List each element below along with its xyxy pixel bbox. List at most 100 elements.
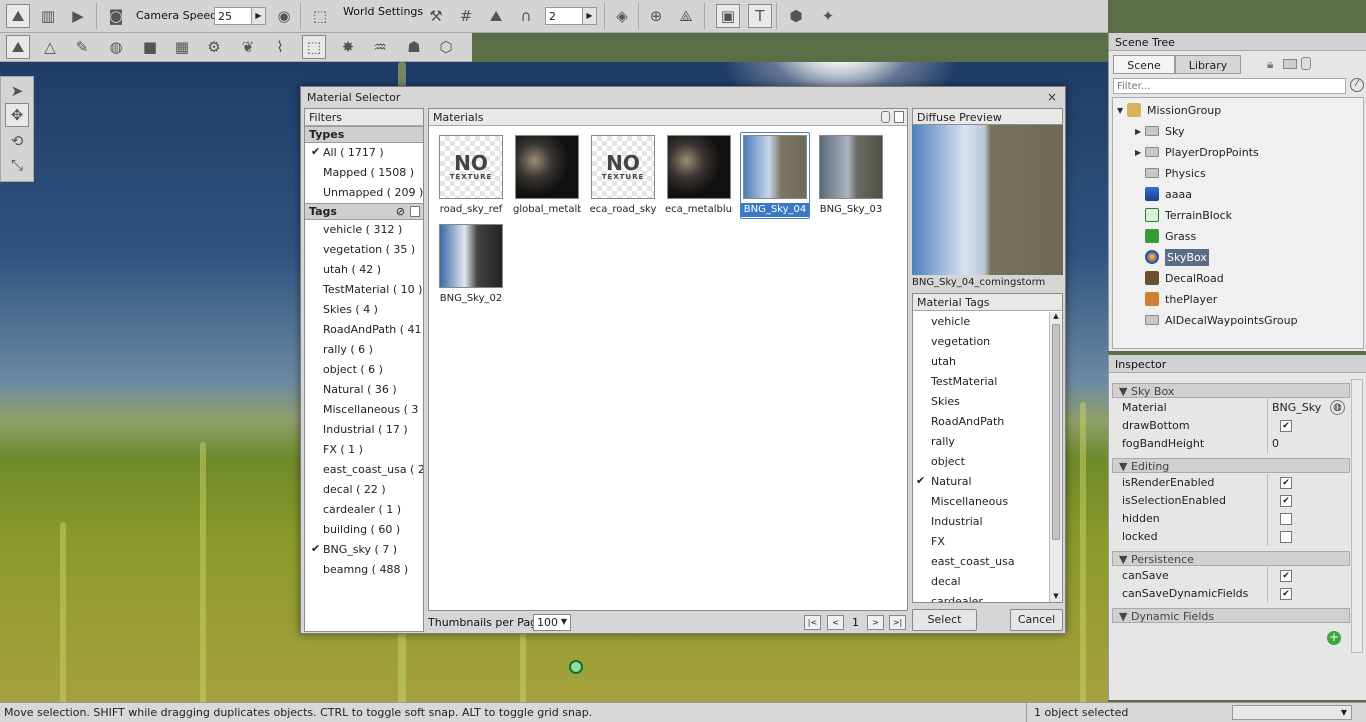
tree-item-skybox[interactable]: SkyBox <box>1145 247 1209 267</box>
type-unmapped[interactable]: Unmapped ( 209 ) <box>305 183 423 203</box>
mtag-vehicle[interactable]: vehicle <box>913 312 1049 332</box>
material-thumb[interactable]: NO TEXTURE road_sky_ref <box>437 133 505 217</box>
tree-item-aidecalwaypointsgroup[interactable]: AIDecalWaypointsGroup <box>1145 310 1298 330</box>
mtag-fx[interactable]: FX <box>913 532 1049 552</box>
move-tool-icon[interactable]: ✥ <box>5 103 29 127</box>
tab-scene[interactable]: Scene <box>1113 55 1175 74</box>
section-persistence[interactable]: ▼ Persistence <box>1112 551 1350 566</box>
tag-beamng[interactable]: beamng ( 488 ) <box>305 560 423 580</box>
thumbnails-per-page-select[interactable]: 100 ▼ <box>533 614 571 631</box>
local-transform-icon[interactable]: ⟁ <box>674 4 698 28</box>
fogbandheight-value[interactable]: 0 <box>1272 437 1279 450</box>
tag-building[interactable]: building ( 60 ) <box>305 520 423 540</box>
world-transform-icon[interactable]: ⊕ <box>644 4 668 28</box>
new-material-icon[interactable] <box>894 111 904 123</box>
tree-item-aaaa[interactable]: aaaa <box>1145 184 1192 204</box>
tag-natural[interactable]: Natural ( 36 ) <box>305 380 423 400</box>
scroll-up-icon[interactable]: ▲ <box>1050 312 1062 322</box>
locked-checkbox[interactable] <box>1280 531 1292 543</box>
section-editing[interactable]: ▼ Editing <box>1112 458 1350 473</box>
material-value[interactable]: BNG_Sky <box>1272 401 1321 414</box>
tag-vehicle[interactable]: vehicle ( 312 ) <box>305 220 423 240</box>
type-mapped[interactable]: Mapped ( 1508 ) <box>305 163 423 183</box>
tag-testmaterial[interactable]: TestMaterial ( 10 ) <box>305 280 423 300</box>
tree-item-decalroad[interactable]: DecalRoad <box>1145 268 1224 288</box>
globe-icon[interactable]: ◍ <box>1330 400 1345 415</box>
camera-icon[interactable]: ◙ <box>104 4 128 28</box>
tree-item-missiongroup[interactable]: ▼ MissionGroup <box>1117 100 1221 120</box>
first-page-icon[interactable]: |< <box>804 615 821 630</box>
tree-item-playerdroppoints[interactable]: ▶ PlayerDropPoints <box>1135 142 1259 162</box>
datablock-icon[interactable]: ■ <box>138 35 162 59</box>
shape-editor-icon[interactable]: ⬡ <box>434 35 458 59</box>
tree-item-terrainblock[interactable]: TerrainBlock <box>1145 205 1232 225</box>
tag-industrial[interactable]: Industrial ( 17 ) <box>305 420 423 440</box>
section-sky-box[interactable]: ▼ Sky Box <box>1112 383 1350 398</box>
material-thumb[interactable]: BNG_Sky_02 <box>437 222 505 306</box>
tag-miscellaneous[interactable]: Miscellaneous ( 3 ) <box>305 400 423 420</box>
mesh-road-icon[interactable]: ✸ <box>336 35 360 59</box>
clear-tags-icon[interactable]: ⊘ <box>396 205 405 218</box>
text-labels-icon[interactable]: T <box>748 4 772 28</box>
player-marker-icon[interactable] <box>569 660 583 674</box>
mtag-skies[interactable]: Skies <box>913 392 1049 412</box>
prev-page-icon[interactable]: < <box>827 615 844 630</box>
cancel-button[interactable]: Cancel <box>1010 609 1063 631</box>
lock-icon[interactable]: 🔒︎ <box>1267 57 1273 72</box>
particle-editor-icon[interactable]: ⚙ <box>202 35 226 59</box>
tag-rally[interactable]: rally ( 6 ) <box>305 340 423 360</box>
close-icon[interactable]: × <box>1047 90 1057 104</box>
mtag-vegetation[interactable]: vegetation <box>913 332 1049 352</box>
snap-to-ground-icon[interactable]: ⚒ <box>424 4 448 28</box>
tag-utah[interactable]: utah ( 42 ) <box>305 260 423 280</box>
mtag-cardealer[interactable]: cardealer <box>913 592 1049 602</box>
delete-material-icon[interactable] <box>881 111 890 123</box>
road-editor-icon[interactable]: ⌇ <box>268 35 292 59</box>
object-center-icon[interactable]: ◈ <box>610 4 634 28</box>
tree-item-sky[interactable]: ▶ Sky <box>1135 121 1184 141</box>
tag-list-icon[interactable] <box>410 206 420 217</box>
tag-fx[interactable]: FX ( 1 ) <box>305 440 423 460</box>
inspector-scrollbar[interactable] <box>1351 379 1363 653</box>
terrain-editor-icon[interactable]: △ <box>38 35 62 59</box>
navmesh-icon[interactable]: ☗ <box>402 35 426 59</box>
tag-decal[interactable]: decal ( 22 ) <box>305 480 423 500</box>
drawbottom-checkbox[interactable]: ✔ <box>1280 420 1292 432</box>
material-thumb[interactable]: global_metalb <box>513 133 581 217</box>
mtag-utah[interactable]: utah <box>913 352 1049 372</box>
section-dynamic-fields[interactable]: ▼ Dynamic Fields <box>1112 608 1350 623</box>
scroll-thumb[interactable] <box>1052 324 1060 540</box>
clear-filter-icon[interactable]: ⁄ <box>1350 78 1364 92</box>
status-dropdown[interactable]: ▼ <box>1232 705 1352 720</box>
terrain-editor-icon[interactable]: ⛰ <box>6 4 30 28</box>
snap-size-stepper-icon[interactable]: ▶ <box>582 8 596 24</box>
frame-selection-icon[interactable]: ⬚ <box>308 4 332 28</box>
mtag-object[interactable]: object <box>913 452 1049 472</box>
object-bounds-icon[interactable]: ▣ <box>716 4 740 28</box>
type-all[interactable]: ✔ All ( 1717 ) <box>305 143 423 163</box>
mtag-east-coast-usa[interactable]: east_coast_usa <box>913 552 1049 572</box>
add-field-icon[interactable]: + <box>1327 631 1341 645</box>
decal-editor-icon[interactable]: ⬚ <box>302 35 326 59</box>
scale-tool-icon[interactable]: ⤡ <box>5 153 29 177</box>
visibility-eye-icon[interactable]: ◉ <box>272 4 296 28</box>
magnet-icon[interactable]: ∩ <box>514 4 538 28</box>
material-tags-scrollbar[interactable]: ▲ ▼ <box>1049 312 1062 602</box>
play-icon[interactable]: ▶ <box>66 4 90 28</box>
material-thumb[interactable]: BNG_Sky_03 <box>817 133 885 217</box>
mtag-industrial[interactable]: Industrial <box>913 512 1049 532</box>
snap-size-input[interactable]: 2 ▶ <box>545 7 597 25</box>
collapse-icon[interactable]: ▼ <box>1117 106 1127 115</box>
layout-icon[interactable]: ▥ <box>36 4 60 28</box>
tag-skies[interactable]: Skies ( 4 ) <box>305 300 423 320</box>
tag-east-coast-usa[interactable]: east_coast_usa ( 22 <box>305 460 423 480</box>
cansavedynamicfields-checkbox[interactable]: ✔ <box>1280 588 1292 600</box>
grid-snap-icon[interactable]: # <box>454 4 478 28</box>
tab-library[interactable]: Library <box>1175 55 1241 74</box>
mtag-testmaterial[interactable]: TestMaterial <box>913 372 1049 392</box>
camera-speed-input[interactable]: 25 ▶ <box>214 7 266 25</box>
select-button[interactable]: Select <box>912 609 977 631</box>
isselectionenabled-checkbox[interactable]: ✔ <box>1280 495 1292 507</box>
last-page-icon[interactable]: >| <box>889 615 906 630</box>
material-thumb-selected[interactable]: BNG_Sky_04 <box>740 132 810 219</box>
